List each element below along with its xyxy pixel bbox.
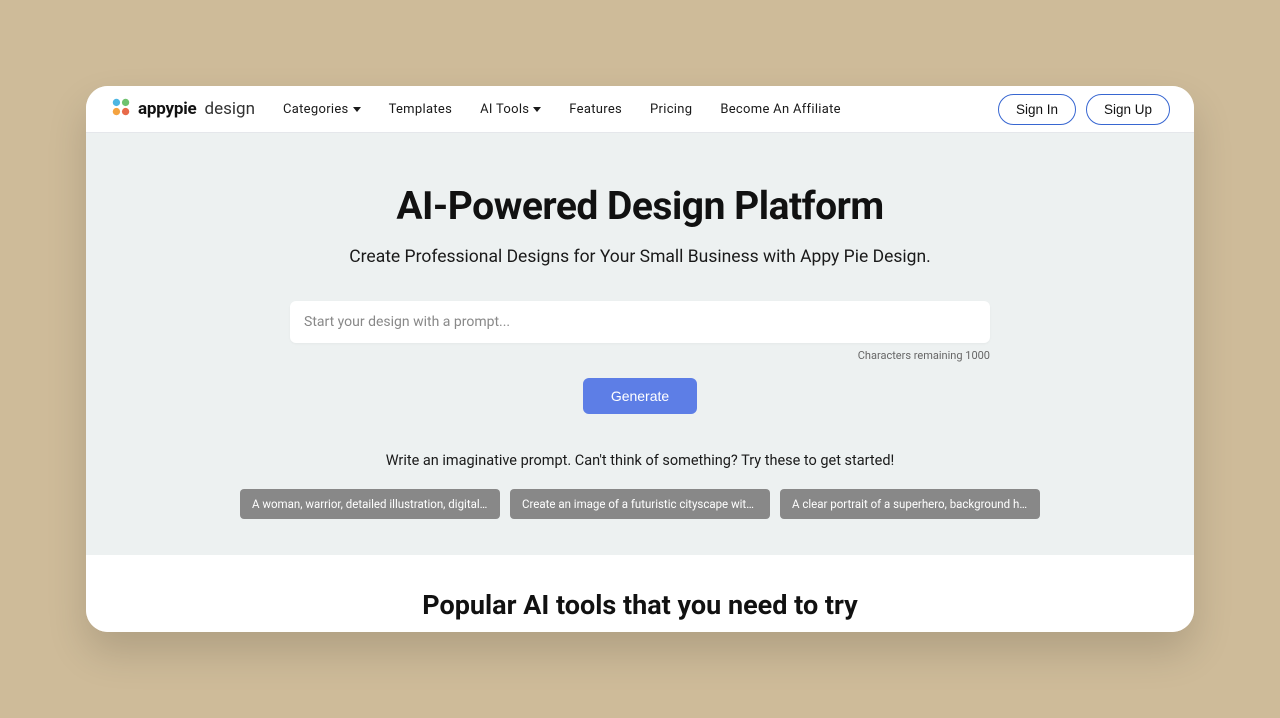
logo[interactable]: appypie design [110, 96, 255, 122]
prompt-input[interactable] [290, 301, 990, 343]
app-window: appypie design Categories Templates AI T… [86, 86, 1194, 632]
nav-affiliate[interactable]: Become An Affiliate [720, 102, 841, 117]
nav-ai-tools[interactable]: AI Tools [480, 102, 541, 117]
suggestion-chip[interactable]: A woman, warrior, detailed illustration,… [240, 489, 500, 519]
nav-categories[interactable]: Categories [283, 102, 361, 117]
chevron-down-icon [353, 107, 361, 112]
nav-affiliate-label: Become An Affiliate [720, 102, 841, 117]
signup-button[interactable]: Sign Up [1086, 94, 1170, 125]
nav-categories-label: Categories [283, 102, 349, 117]
signin-button[interactable]: Sign In [998, 94, 1076, 125]
generate-button[interactable]: Generate [583, 378, 697, 414]
suggestion-chip[interactable]: A clear portrait of a superhero, backgro… [780, 489, 1040, 519]
popular-title: Popular AI tools that you need to try [86, 589, 1194, 621]
popular-section: Popular AI tools that you need to try [86, 555, 1194, 632]
hero-subtitle: Create Professional Designs for Your Sma… [86, 247, 1194, 267]
nav-pricing[interactable]: Pricing [650, 102, 692, 117]
logo-subtext: design [205, 99, 255, 119]
nav-templates-label: Templates [389, 102, 453, 117]
hero-section: AI-Powered Design Platform Create Profes… [86, 133, 1194, 555]
prompt-container: Characters remaining 1000 Generate [86, 301, 1194, 414]
nav-features-label: Features [569, 102, 622, 117]
chevron-down-icon [533, 107, 541, 112]
nav-ai-tools-label: AI Tools [480, 102, 529, 117]
nav-templates[interactable]: Templates [389, 102, 453, 117]
suggestion-text: Write an imaginative prompt. Can't think… [86, 452, 1194, 469]
suggestion-chips: A woman, warrior, detailed illustration,… [86, 489, 1194, 519]
logo-text: appypie [138, 99, 197, 119]
logo-icon [110, 96, 132, 122]
header-left: appypie design Categories Templates AI T… [110, 96, 841, 122]
main-nav: Categories Templates AI Tools Features P… [283, 102, 841, 117]
suggestion-chip[interactable]: Create an image of a futuristic cityscap… [510, 489, 770, 519]
nav-pricing-label: Pricing [650, 102, 692, 117]
hero-title: AI-Powered Design Platform [86, 183, 1194, 229]
header: appypie design Categories Templates AI T… [86, 86, 1194, 133]
header-right: Sign In Sign Up [998, 94, 1170, 125]
nav-features[interactable]: Features [569, 102, 622, 117]
char-count: Characters remaining 1000 [290, 349, 990, 362]
